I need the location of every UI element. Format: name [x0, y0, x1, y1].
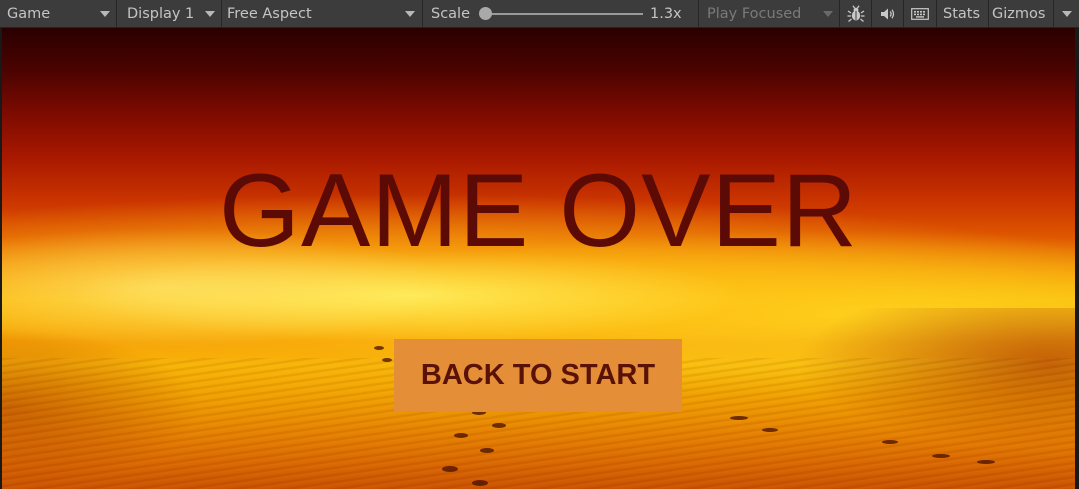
footprint — [492, 423, 506, 428]
game-view-canvas: GAME OVER BACK TO START — [2, 28, 1075, 489]
footprint — [382, 358, 392, 362]
gizmos-button[interactable]: Gizmos — [989, 0, 1053, 27]
mute-audio-button[interactable] — [872, 0, 903, 27]
footprint — [454, 433, 468, 438]
back-to-start-button[interactable]: BACK TO START — [394, 339, 682, 412]
footprint — [730, 416, 748, 420]
stats-button[interactable]: Stats — [937, 0, 988, 27]
panel-edge — [1075, 28, 1079, 489]
aspect-dropdown[interactable]: Free Aspect — [222, 0, 421, 27]
chevron-down-icon — [1062, 11, 1072, 17]
chevron-down-icon — [205, 11, 215, 17]
scale-label-text: Scale — [431, 5, 471, 22]
footprint — [932, 454, 950, 458]
footprint — [472, 480, 488, 486]
chevron-down-icon — [405, 11, 415, 17]
scale-value: 1.3x — [650, 0, 690, 27]
view-dropdown[interactable]: Game — [0, 0, 116, 27]
shortcuts-button[interactable] — [904, 0, 936, 27]
scale-slider-track[interactable] — [484, 13, 643, 15]
bug-button[interactable] — [840, 0, 871, 27]
chevron-down-icon — [823, 11, 833, 17]
gizmos-label: Gizmos — [992, 5, 1046, 22]
scale-slider-handle[interactable] — [479, 7, 492, 20]
view-dropdown-label: Game — [7, 5, 51, 22]
divider — [422, 0, 423, 27]
play-mode-dropdown[interactable]: Play Focused — [699, 0, 839, 27]
play-mode-dropdown-label: Play Focused — [707, 5, 802, 22]
gizmos-dropdown[interactable] — [1054, 0, 1079, 27]
display-dropdown-label: Display 1 — [127, 5, 195, 22]
game-over-title: GAME OVER — [219, 153, 858, 269]
scale-label: Scale — [431, 0, 476, 27]
scale-value-text: 1.3x — [650, 5, 682, 22]
footprint — [977, 460, 995, 464]
bug-icon — [847, 4, 864, 22]
footprint — [442, 466, 458, 472]
speaker-icon — [880, 8, 894, 19]
footprint — [762, 428, 778, 432]
footprint — [374, 346, 384, 350]
display-dropdown[interactable]: Display 1 — [117, 0, 221, 27]
aspect-dropdown-label: Free Aspect — [227, 5, 312, 22]
game-view-toolbar: Game Display 1 Free Aspect Scale 1.3x Pl… — [0, 0, 1079, 28]
chevron-down-icon — [100, 11, 110, 17]
stats-label: Stats — [943, 5, 981, 22]
footprint — [480, 448, 494, 453]
footprint — [882, 440, 898, 444]
keyboard-icon — [911, 7, 929, 20]
